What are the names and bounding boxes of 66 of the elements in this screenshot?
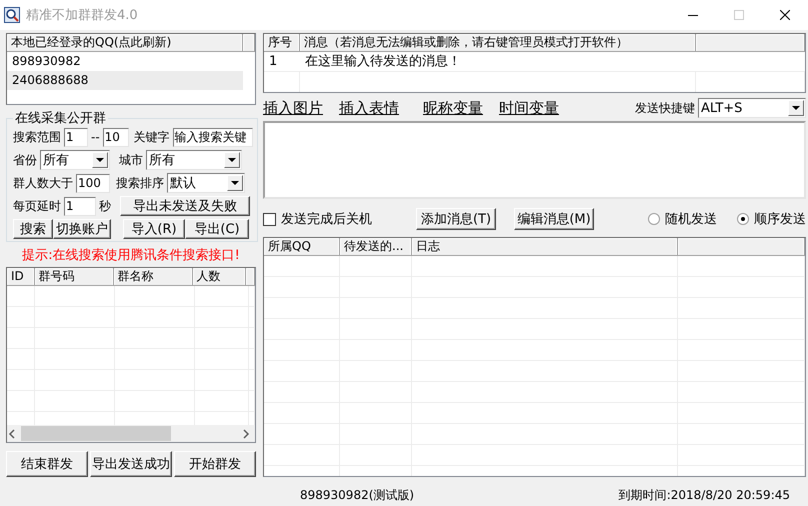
field-label: 城市 <box>119 152 143 168</box>
app-icon <box>4 7 20 23</box>
send-mode-radio[interactable]: 顺序发送 <box>737 210 806 228</box>
search-button[interactable]: 搜索 <box>13 219 53 239</box>
maximize-icon <box>734 10 744 20</box>
insert-link[interactable]: 插入表情 <box>339 98 399 118</box>
message-button[interactable]: 添加消息(T) <box>416 208 496 230</box>
field-label: 群人数大于 <box>13 174 73 192</box>
export-failed-button[interactable]: 导出未发送及失败 <box>120 196 250 216</box>
horizontal-scrollbar[interactable] <box>7 425 255 442</box>
column-header[interactable]: 所属QQ <box>264 238 340 255</box>
field-label: 关键字 <box>134 128 170 146</box>
send-mode-radio[interactable]: 随机发送 <box>648 210 717 228</box>
export-button[interactable]: 导出(C) <box>185 219 249 239</box>
field-label: 省份 <box>13 152 37 168</box>
range-separator: -- <box>91 130 100 144</box>
insert-link[interactable]: 插入图片 <box>263 98 323 118</box>
column-header[interactable]: 群号码 <box>34 268 114 285</box>
action-button[interactable]: 导出发送成功 <box>90 451 172 477</box>
dropdown-arrow-icon <box>96 158 104 162</box>
hotkey-select[interactable]: ALT+S <box>698 98 806 118</box>
unit-label: 秒 <box>99 198 111 214</box>
account-item[interactable]: 898930982 <box>7 52 243 71</box>
table-cell-text: 1 <box>268 53 278 71</box>
scroll-left-icon[interactable] <box>7 428 17 438</box>
dropdown-arrow-icon <box>228 158 236 162</box>
hotkey-label: 发送快捷键 <box>635 100 695 116</box>
delay-field[interactable]: 1 <box>64 196 96 216</box>
scroll-right-icon[interactable] <box>241 428 251 438</box>
column-header[interactable]: 序号 <box>264 34 300 51</box>
dropdown-arrow-icon <box>231 181 239 185</box>
close-icon <box>780 10 790 20</box>
message-input[interactable] <box>263 121 806 199</box>
action-button[interactable]: 开始群发 <box>174 451 256 477</box>
insert-link[interactable]: 时间变量 <box>499 98 559 118</box>
expiry-status: 到期时间:2018/8/20 20:59:45 <box>618 486 790 504</box>
member-count-field[interactable]: 100 <box>76 174 110 192</box>
sort-select[interactable]: 默认 <box>167 173 245 193</box>
window-title: 精准不加群群发4.0 <box>26 7 139 24</box>
province-select[interactable]: 所有 <box>40 150 110 170</box>
column-header[interactable]: 群名称 <box>114 268 193 285</box>
range-to-field[interactable]: 10 <box>102 128 129 146</box>
hint-text: 提示:在线搜索使用腾讯条件搜索接口! <box>21 247 241 264</box>
insert-link[interactable]: 昵称变量 <box>423 98 483 118</box>
minimize-icon <box>688 14 698 16</box>
account-item[interactable]: 2406888688 <box>7 71 243 90</box>
message-button[interactable]: 编辑消息(M) <box>514 208 594 230</box>
action-button[interactable]: 结束群发 <box>6 451 88 477</box>
column-header[interactable]: 日志 <box>412 238 678 255</box>
range-from-field[interactable]: 1 <box>64 128 88 146</box>
import-button[interactable]: 导入(R) <box>123 219 185 239</box>
group-title: 在线采集公开群 <box>14 110 107 127</box>
table-cell-text: 在这里输入待发送的消息！ <box>304 53 462 71</box>
field-label: 每页延时 <box>13 198 61 214</box>
keyword-field[interactable]: 输入搜索关键 <box>172 128 253 146</box>
switch-account-button[interactable]: 切换账户 <box>53 219 111 239</box>
field-label: 搜索排序 <box>116 174 164 192</box>
shutdown-checkbox[interactable]: 发送完成后关机 <box>263 210 372 228</box>
column-header[interactable]: 消息（若消息无法编辑或删除，请右键管理员模式打开软件） <box>300 34 696 51</box>
column-header[interactable]: ID <box>7 268 35 285</box>
account-status: 898930982(测试版) <box>300 486 414 504</box>
city-select[interactable]: 所有 <box>146 150 242 170</box>
column-header[interactable]: 人数 <box>192 268 246 285</box>
field-label: 搜索范围 <box>13 128 61 146</box>
dropdown-arrow-icon <box>792 106 800 110</box>
column-header[interactable]: 待发送的... <box>340 238 412 255</box>
